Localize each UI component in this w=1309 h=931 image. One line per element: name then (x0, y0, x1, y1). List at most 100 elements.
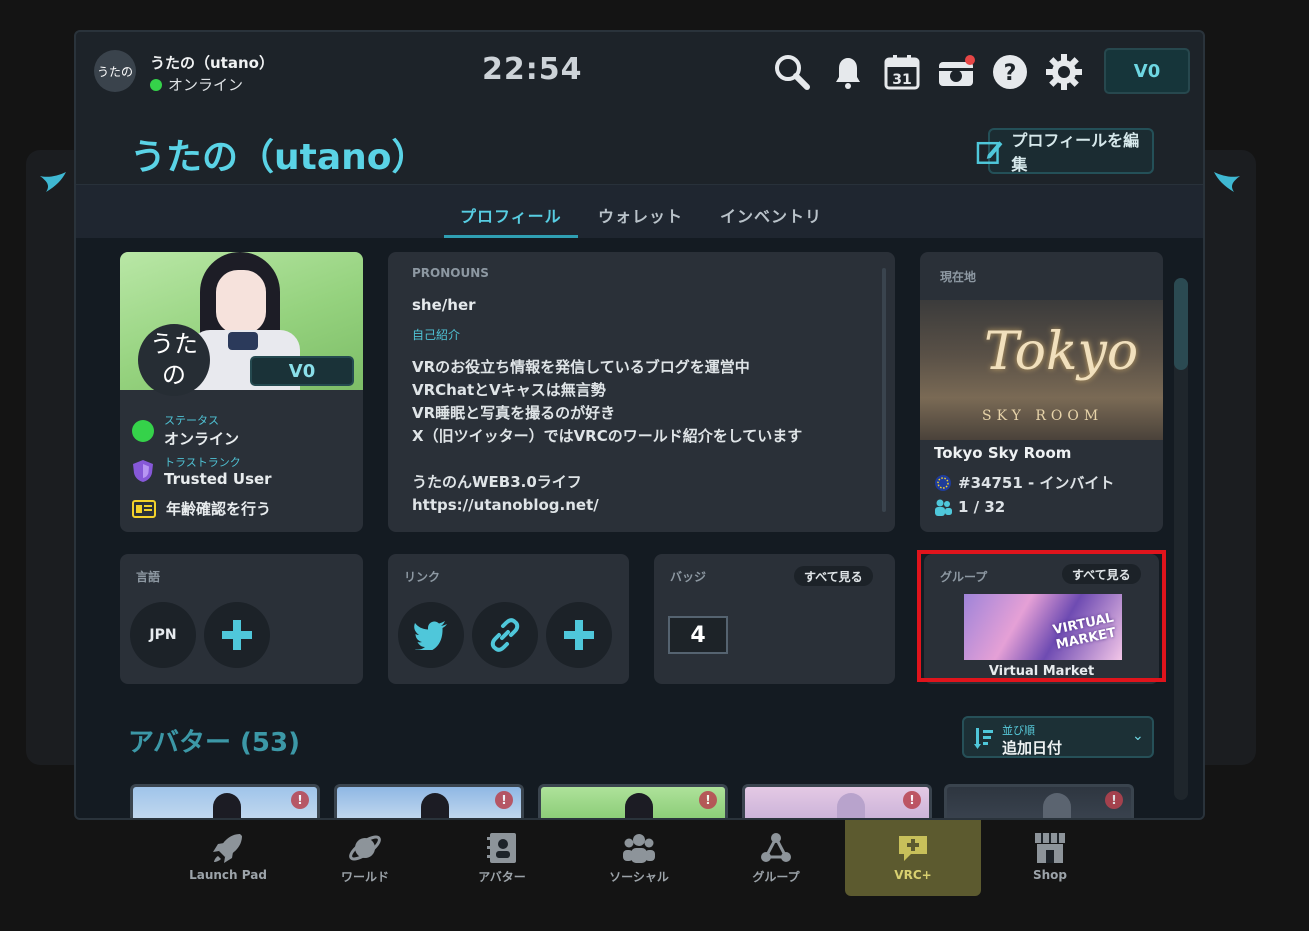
twitter-link-button[interactable] (398, 602, 464, 668)
page-title: うたの（utano） (130, 137, 428, 178)
profile-content: うた の V0 ステータス オンライン トラストランク Trusted User… (76, 238, 1203, 818)
vrc-plus-icon (899, 836, 927, 861)
bio-link[interactable]: https://utanoblog.net/ (412, 494, 802, 517)
avatar-thumbnail[interactable]: ! (944, 784, 1134, 818)
intro-label: 自己紹介 (412, 328, 461, 342)
calendar-day: 31 (892, 72, 911, 88)
user-name: うたの（utano） (150, 54, 274, 72)
vbadge: V0 (250, 356, 354, 386)
world-thumbnail-title: Tokyo (984, 322, 1139, 382)
page-scrollbar[interactable] (1174, 278, 1188, 800)
nav-shop[interactable]: Shop (982, 820, 1118, 896)
status-label: ステータス (164, 414, 219, 427)
pronouns-label: PRONOUNS (412, 266, 489, 280)
nav-social[interactable]: ソーシャル (571, 820, 707, 896)
status-row: ステータス オンライン (132, 412, 239, 449)
bio-line (412, 448, 802, 471)
status-text: オンライン (168, 76, 244, 94)
top-bar: うたの うたの（utano） オンライン 22:54 31 ? V0 (76, 32, 1203, 114)
users-icon (935, 499, 952, 516)
language-label: 言語 (136, 570, 161, 584)
bio-line: VRChatとVキャスは無言勢 (412, 381, 606, 399)
nav-avatars[interactable]: アバター (434, 820, 570, 896)
plus-icon (564, 620, 594, 650)
online-dot-icon (150, 78, 162, 91)
avatar-thumbnail[interactable]: ! (742, 784, 932, 818)
nav-launch-pad[interactable]: Launch Pad (160, 820, 296, 896)
players-row: 1 / 32 (934, 498, 1005, 516)
sort-icon (974, 728, 993, 749)
bell-icon[interactable] (828, 52, 868, 92)
badge-item[interactable]: 4 (668, 616, 728, 654)
profile-window: うたの うたの（utano） オンライン 22:54 31 ? V0 うたの（u… (74, 30, 1205, 820)
group-highlight-box (917, 550, 1166, 682)
world-name[interactable]: Tokyo Sky Room (934, 444, 1071, 462)
bio-scrollbar[interactable] (882, 268, 886, 512)
bio-text: VRのお役立ち情報を発信しているブログを運営中 VRChatとVキャスは無言勢 … (412, 356, 802, 517)
wallet-button[interactable]: V0 (1104, 48, 1190, 94)
avatar-thumbnail[interactable]: ! (538, 784, 728, 818)
add-language-button[interactable] (204, 602, 270, 668)
world-thumbnail-subtitle: SKY ROOM (982, 408, 1104, 424)
online-status-icon (132, 419, 154, 442)
avatar-thumbnail[interactable]: ! (334, 784, 524, 818)
warning-icon: ! (903, 791, 921, 809)
edit-profile-label: プロフィールを編集 (1011, 131, 1140, 174)
nav-label: グループ (752, 870, 800, 884)
planet-icon (349, 835, 381, 861)
world-thumbnail[interactable]: Tokyo SKY ROOM (920, 300, 1163, 440)
links-card: リンク (388, 554, 629, 684)
gear-icon[interactable] (1044, 52, 1084, 92)
profile-avatar-text: うた の (150, 329, 198, 389)
age-verify-link[interactable]: 年齢確認を行う (132, 498, 271, 519)
nav-label: Shop (1032, 868, 1068, 882)
help-icon[interactable]: ? (990, 52, 1030, 92)
avatar-book-icon (487, 833, 516, 863)
svg-text:?: ? (1004, 61, 1017, 86)
language-jpn-button[interactable]: JPN (130, 602, 196, 668)
tab-inventory[interactable]: インベントリ (720, 203, 822, 227)
edit-profile-button[interactable]: プロフィールを編集 (976, 128, 1154, 174)
sort-value: 追加日付 (1002, 739, 1063, 757)
trust-label: トラストランク (164, 456, 241, 469)
add-link-button[interactable] (546, 602, 612, 668)
nav-label: ソーシャル (609, 870, 669, 884)
nav-worlds[interactable]: ワールド (297, 820, 433, 896)
nav-groups[interactable]: グループ (708, 820, 844, 896)
bio-line: VRのお役立ち情報を発信しているブログを運営中 (412, 358, 750, 376)
nav-vrc-plus[interactable]: VRC+ (845, 820, 981, 896)
badges-see-all-button[interactable]: すべて見る (794, 566, 873, 586)
region-eu-icon (935, 474, 951, 491)
plus-icon (222, 620, 252, 650)
avatar-thumbnail[interactable]: ! (130, 784, 320, 818)
scrollbar-handle[interactable] (1174, 278, 1188, 370)
language-card: 言語 JPN (120, 554, 363, 684)
camera-icon[interactable] (936, 52, 976, 92)
sort-dropdown[interactable]: 並び順 追加日付 ⌄ (962, 716, 1154, 758)
edit-icon (976, 141, 1003, 164)
rocket-icon (213, 834, 242, 863)
group-nodes-icon (761, 833, 791, 862)
warning-icon: ! (291, 791, 309, 809)
calendar-icon[interactable]: 31 (882, 52, 922, 92)
shop-icon (1035, 833, 1065, 863)
profile-card: うた の V0 ステータス オンライン トラストランク Trusted User… (120, 252, 363, 532)
warning-icon: ! (699, 791, 717, 809)
instance-row: #34751 - インバイト (934, 472, 1114, 493)
profile-avatar[interactable]: うた の (138, 324, 210, 396)
avatar[interactable]: うたの (94, 50, 136, 92)
clock: 22:54 (482, 52, 583, 87)
sort-label: 並び順 (1002, 724, 1035, 737)
links-label: リンク (404, 570, 441, 584)
wing-right-icon (1214, 172, 1240, 192)
tab-wallet[interactable]: ウォレット (598, 203, 683, 227)
badges-label: バッジ (670, 570, 707, 584)
nav-label: アバター (478, 870, 526, 884)
people-icon (623, 834, 655, 863)
web-link-button[interactable] (472, 602, 538, 668)
players-text: 1 / 32 (958, 498, 1006, 516)
user-status: オンライン (150, 74, 243, 95)
search-icon[interactable] (772, 52, 812, 92)
avatars-title: アバター (53) (128, 728, 300, 758)
tab-profile[interactable]: プロフィール (460, 203, 562, 227)
